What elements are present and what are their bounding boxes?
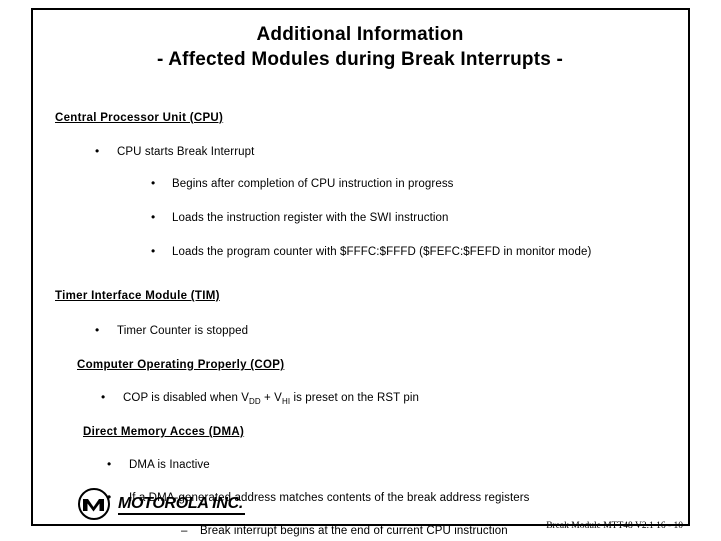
bullet-dot-icon: • bbox=[95, 144, 100, 158]
bullet-dma-inactive: • DMA is Inactive bbox=[107, 457, 210, 471]
section-heading-cop: Computer Operating Properly (COP) bbox=[77, 359, 285, 371]
bullet-dot-icon: • bbox=[107, 457, 112, 471]
bullet-cpu-loads-pc: • Loads the program counter with $FFFC:$… bbox=[151, 244, 592, 258]
bullet-cpu-begins: • Begins after completion of CPU instruc… bbox=[151, 176, 454, 190]
subscript-vdd: DD bbox=[249, 397, 261, 406]
bullet-cpu-start: • CPU starts Break Interrupt bbox=[95, 144, 255, 158]
section-heading-dma: Direct Memory Acces (DMA) bbox=[83, 426, 245, 438]
bullet-dot-icon: • bbox=[101, 390, 106, 404]
slide-footer: Break Module MTT48 V2.1 16 - 10 bbox=[546, 521, 683, 531]
slide: Additional Information - Affected Module… bbox=[0, 0, 721, 541]
motorola-m-icon bbox=[78, 488, 110, 520]
bullet-cop-disabled: • COP is disabled when VDD + VHI is pres… bbox=[101, 390, 420, 406]
motorola-logo: MOTOROLA INC. bbox=[78, 488, 245, 520]
bullet-dot-icon: • bbox=[151, 176, 156, 190]
bullet-dash-icon: – bbox=[181, 525, 188, 537]
bullet-dot-icon: • bbox=[151, 244, 156, 258]
subscript-vhi: HI bbox=[281, 397, 291, 406]
bullet-cpu-loads-ir: • Loads the instruction register with th… bbox=[151, 210, 449, 224]
section-heading-tim: Timer Interface Module (TIM) bbox=[55, 290, 220, 302]
motorola-wordmark: MOTOROLA INC. bbox=[118, 495, 245, 515]
content-body: Central Processor Unit (CPU) • CPU start… bbox=[55, 108, 675, 537]
bullet-dot-icon: • bbox=[151, 210, 156, 224]
title-line-1: Additional Information bbox=[256, 24, 464, 45]
title-line-2: - Affected Modules during Break Interrup… bbox=[156, 49, 564, 70]
page-title: Additional Information - Affected Module… bbox=[60, 22, 660, 72]
bullet-dot-icon: • bbox=[95, 323, 100, 337]
bullet-tim-counter: • Timer Counter is stopped bbox=[95, 323, 249, 337]
section-heading-cpu: Central Processor Unit (CPU) bbox=[55, 112, 224, 124]
